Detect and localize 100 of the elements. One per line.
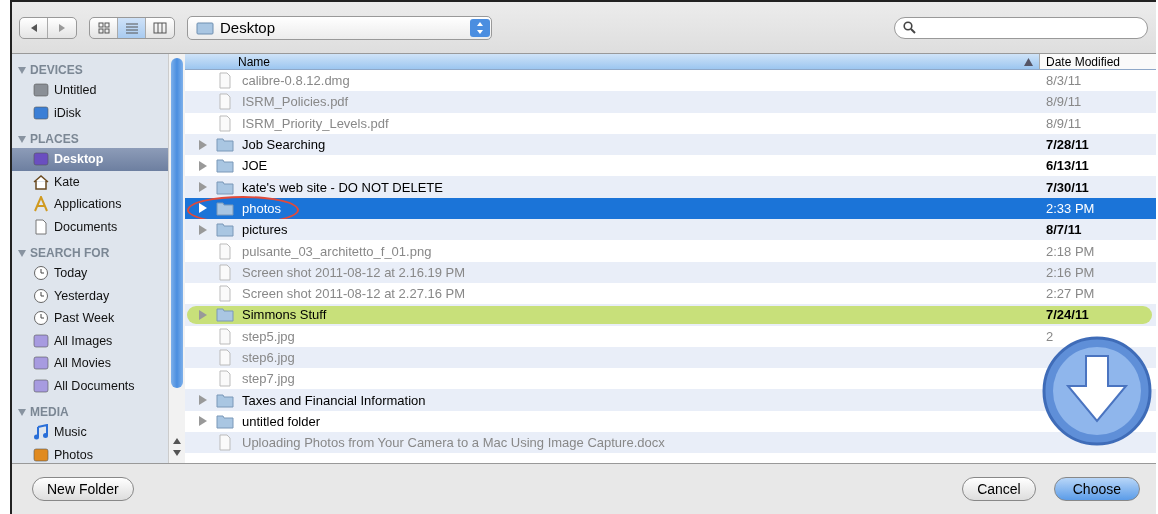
disclosure-icon[interactable] xyxy=(198,203,208,214)
date-text: 6/13/11 xyxy=(1046,158,1089,174)
sidebar-item[interactable]: iDisk xyxy=(12,101,168,124)
scroll-arrows-icon[interactable] xyxy=(173,437,181,457)
forward-icon xyxy=(57,22,67,33)
date-text: 7/28/11 xyxy=(1046,137,1089,153)
disclosure-icon[interactable] xyxy=(198,139,208,150)
disclosure-icon[interactable] xyxy=(198,224,208,235)
folder-icon xyxy=(216,307,234,323)
list-icon xyxy=(124,21,139,34)
document-icon xyxy=(216,434,234,452)
file-row[interactable]: untitled folder xyxy=(185,410,1156,433)
dialog-button[interactable]: Cancel xyxy=(962,477,1036,501)
sidebar-item[interactable]: Music xyxy=(12,421,168,444)
sidebar-item[interactable]: Yesterday xyxy=(12,284,168,307)
search-field[interactable] xyxy=(894,16,1148,39)
file-row[interactable]: JOE 6/13/11 xyxy=(185,155,1156,177)
file-name: kate's web site - DO NOT DELETE xyxy=(242,179,443,195)
file-name: step6.jpg xyxy=(242,350,295,365)
sidebar-item[interactable]: Kate xyxy=(12,170,168,193)
file-row[interactable]: Job Searching 7/28/11 xyxy=(185,133,1156,156)
sidebar-item[interactable]: Documents xyxy=(12,215,168,238)
sidebar-item[interactable]: Today xyxy=(12,262,168,285)
file-row[interactable]: step5.jpg 2 xyxy=(185,325,1156,347)
document-icon xyxy=(216,349,234,366)
file-row[interactable]: pulsante_03_architetto_f_01.png 2:18 PM xyxy=(185,240,1156,262)
document-icon xyxy=(216,93,234,111)
folder-icon xyxy=(216,413,234,429)
date-text: 7/30/11 xyxy=(1046,179,1089,195)
sidebar-item[interactable]: Applications xyxy=(12,193,168,216)
file-name: Uploading Photos from Your Camera to a Mac Using Image Capture.docx xyxy=(242,435,665,451)
disclosure-icon xyxy=(18,135,26,143)
clock-icon xyxy=(33,310,49,327)
date-text: 8/9/11 xyxy=(1046,94,1082,110)
list-view-button[interactable] xyxy=(118,17,146,38)
sidebar-item[interactable]: All Documents xyxy=(12,374,168,397)
disclosure-icon[interactable] xyxy=(198,309,208,320)
disclosure-icon[interactable] xyxy=(198,395,208,406)
item-icon xyxy=(33,355,49,372)
section-heading: SEARCH FOR xyxy=(30,246,110,260)
file-name: JOE xyxy=(242,158,268,174)
date-text: 2:18 PM xyxy=(1046,243,1095,259)
file-row[interactable]: photos 2:33 PM xyxy=(185,197,1156,220)
file-row[interactable]: Screen shot 2011-08-12 at 2.27.16 PM 2:27 PM xyxy=(185,282,1156,305)
disclosure-icon[interactable] xyxy=(198,416,208,427)
file-name: photos xyxy=(242,200,282,216)
file-name: untitled folder xyxy=(242,413,321,429)
file-name: Simmons Stuff xyxy=(242,307,327,323)
file-name: calibre-0.8.12.dmg xyxy=(242,73,350,89)
dialog-button[interactable]: Choose xyxy=(1053,477,1140,501)
file-row[interactable]: step7.jpg xyxy=(185,368,1156,390)
file-row[interactable]: Simmons Stuff 7/24/11 xyxy=(185,304,1156,326)
disclosure-icon[interactable] xyxy=(198,160,208,171)
date-text: 2:16 PM xyxy=(1046,264,1095,280)
sidebar-item[interactable]: Past Week xyxy=(12,307,168,330)
file-name: Screen shot 2011-08-12 at 2.16.19 PM xyxy=(242,264,466,280)
dialog-button[interactable]: New Folder xyxy=(32,477,134,501)
file-name: Job Searching xyxy=(242,137,326,153)
file-name: Taxes and Financial Information xyxy=(242,392,426,408)
file-row[interactable]: kate's web site - DO NOT DELETE 7/30/11 xyxy=(185,176,1156,198)
clock-icon xyxy=(33,265,49,282)
date-text: 8/3/11 xyxy=(1046,73,1082,89)
scrollbar[interactable] xyxy=(168,54,185,463)
folder-icon xyxy=(216,222,234,238)
file-name: Screen shot 2011-08-12 at 2.27.16 PM xyxy=(242,286,466,302)
folder-icon xyxy=(216,200,234,216)
item-icon xyxy=(33,82,49,99)
file-name: step7.jpg xyxy=(242,371,295,387)
folder-icon xyxy=(216,137,234,153)
item-icon xyxy=(33,332,49,349)
date-column-header[interactable]: Date Modified xyxy=(1039,54,1156,69)
file-row[interactable]: pictures 8/7/11 xyxy=(185,219,1156,241)
file-row[interactable]: ISRM_Priority_Levels.pdf 8/9/11 xyxy=(185,112,1156,134)
disclosure-icon xyxy=(18,408,26,416)
stepper-icon xyxy=(470,18,490,37)
date-text: 7/24/11 xyxy=(1046,307,1089,323)
house-icon xyxy=(33,173,49,190)
date-text: 2:33 PM xyxy=(1046,200,1095,216)
item-icon xyxy=(33,196,49,213)
section-heading: MEDIA xyxy=(30,405,69,419)
music-note-icon xyxy=(33,424,49,441)
date-text: 8/7/11 xyxy=(1046,222,1082,238)
file-row[interactable]: calibre-0.8.12.dmg 8/3/11 xyxy=(185,70,1156,92)
clock-icon xyxy=(33,287,49,304)
disclosure-icon[interactable] xyxy=(198,182,208,193)
disclosure-icon xyxy=(18,66,26,74)
item-icon xyxy=(33,377,49,394)
sidebar-item[interactable]: All Movies xyxy=(12,352,168,375)
search-icon xyxy=(903,21,916,34)
file-name: ISRM_Policies.pdf xyxy=(242,94,349,110)
location-dropdown[interactable]: Desktop xyxy=(187,15,492,40)
name-column-header[interactable]: Name xyxy=(185,54,1039,69)
sidebar-item[interactable]: Untitled xyxy=(12,79,168,102)
file-name: ISRM_Priority_Levels.pdf xyxy=(242,115,389,131)
sidebar-item[interactable]: Photos xyxy=(12,443,168,463)
sidebar-item[interactable]: All Images xyxy=(12,329,168,352)
date-text: 2 xyxy=(1046,328,1054,344)
date-text: 2:27 PM xyxy=(1046,286,1095,302)
item-icon xyxy=(33,151,49,168)
document-icon xyxy=(216,263,234,281)
